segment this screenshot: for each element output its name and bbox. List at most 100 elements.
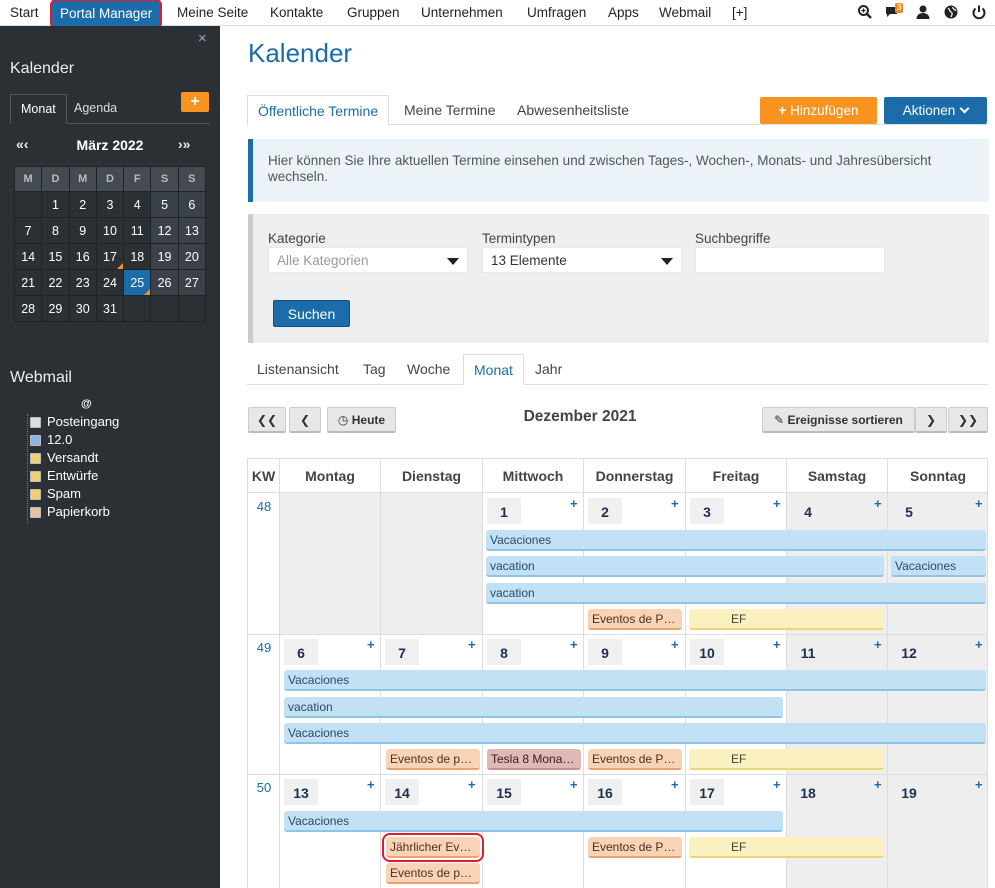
mini-day[interactable]: 25	[123, 269, 152, 296]
prev-year-button[interactable]: ❮❮	[248, 407, 286, 433]
folder-spam[interactable]: Spam	[30, 486, 81, 502]
calendar-event[interactable]: Vacaciones	[284, 723, 986, 744]
add-event-plus-icon[interactable]: +	[874, 777, 882, 792]
power-icon[interactable]	[971, 4, 987, 20]
mini-day[interactable]: 26	[150, 269, 179, 296]
day-number[interactable]: 2	[588, 498, 622, 524]
calendar-event[interactable]: Vacaciones	[284, 670, 986, 691]
mini-day[interactable]: 10	[95, 217, 125, 244]
folder-entwuerfe[interactable]: Entwürfe	[30, 468, 98, 484]
mini-day[interactable]: 12	[150, 217, 179, 244]
add-event-plus-icon[interactable]: +	[468, 637, 476, 652]
day-number[interactable]: 5	[892, 498, 926, 524]
next-month-button[interactable]: ❯	[915, 407, 947, 433]
mini-day[interactable]: 20	[177, 243, 207, 270]
day-number[interactable]: 4	[791, 498, 825, 524]
add-event-plus-icon[interactable]: +	[671, 777, 679, 792]
search-terms-input[interactable]	[695, 247, 885, 273]
nav-meine-seite[interactable]: Meine Seite	[177, 0, 248, 26]
tab-oeffentliche-termine[interactable]: Öffentliche Termine	[247, 95, 390, 126]
calendar-event[interactable]: vacation	[284, 697, 783, 718]
calendar-event[interactable]: EF	[689, 609, 884, 630]
calendar-event[interactable]: EF	[689, 749, 884, 770]
calendar-event[interactable]: vacation	[486, 556, 884, 577]
add-event-plus-icon[interactable]: +	[367, 777, 375, 792]
mini-day[interactable]: 4	[123, 191, 152, 218]
globe-icon[interactable]	[943, 4, 959, 20]
nav-umfragen[interactable]: Umfragen	[527, 0, 586, 26]
mini-day[interactable]: 8	[41, 217, 70, 244]
week-number[interactable]: 50	[248, 780, 280, 795]
nav-more[interactable]: [+]	[732, 0, 747, 26]
nav-kontakte[interactable]: Kontakte	[270, 0, 323, 26]
tab-agenda[interactable]: Agenda	[64, 94, 127, 124]
tab-tag[interactable]: Tag	[353, 354, 396, 384]
next-year-button[interactable]: ❯❯	[948, 407, 988, 433]
category-select[interactable]: Alle Kategorien	[268, 247, 468, 273]
calendar-event[interactable]: vacation	[486, 583, 986, 604]
day-number[interactable]: 15	[487, 779, 521, 805]
mini-day[interactable]: 5	[150, 191, 179, 218]
mini-day[interactable]: 31	[95, 295, 125, 322]
sort-events-button[interactable]: ✎ Ereignisse sortieren	[762, 407, 915, 433]
week-number[interactable]: 49	[248, 640, 280, 655]
day-number[interactable]: 8	[487, 639, 521, 665]
search-button[interactable]: Suchen	[273, 300, 350, 327]
actions-button[interactable]: Aktionen	[884, 97, 987, 124]
add-event-plus-icon[interactable]: +	[975, 637, 983, 652]
add-event-plus-icon[interactable]: +	[367, 637, 375, 652]
tab-meine-termine[interactable]: Meine Termine	[394, 95, 506, 125]
tab-abwesenheitsliste[interactable]: Abwesenheitsliste	[507, 95, 639, 125]
mini-day[interactable]: 15	[41, 243, 70, 270]
day-number[interactable]: 1	[487, 498, 521, 524]
mini-day[interactable]: 28	[13, 295, 43, 322]
folder-12-0[interactable]: 12.0	[30, 432, 72, 448]
mini-day[interactable]: 1	[41, 191, 70, 218]
add-event-plus-icon[interactable]: +	[570, 637, 578, 652]
tab-jahr[interactable]: Jahr	[525, 354, 572, 384]
mini-day[interactable]: 16	[68, 243, 97, 270]
nav-portal-manager[interactable]: Portal Manager	[50, 0, 163, 29]
day-number[interactable]: 18	[791, 779, 825, 805]
add-event-button[interactable]: +	[181, 92, 209, 112]
tab-listenansicht[interactable]: Listenansicht	[247, 354, 349, 384]
add-event-plus-icon[interactable]: +	[975, 777, 983, 792]
nav-webmail[interactable]: Webmail	[659, 0, 711, 26]
add-event-plus-icon[interactable]: +	[773, 777, 781, 792]
day-number[interactable]: 7	[385, 639, 419, 665]
today-button[interactable]: ◷ Heute	[327, 407, 396, 433]
calendar-event[interactable]: Eventos de P…	[588, 837, 682, 858]
types-select[interactable]: 13 Elemente	[482, 247, 682, 273]
nav-apps[interactable]: Apps	[608, 0, 639, 26]
mini-day[interactable]: 14	[13, 243, 43, 270]
mini-day[interactable]: 3	[95, 191, 125, 218]
mini-day[interactable]: 22	[41, 269, 70, 296]
calendar-event[interactable]: Vacaciones	[486, 530, 986, 551]
folder-papierkorb[interactable]: Papierkorb	[30, 504, 110, 520]
mini-day[interactable]: 19	[150, 243, 179, 270]
tab-monat[interactable]: Monat	[10, 94, 67, 124]
day-number[interactable]: 6	[284, 639, 318, 665]
mini-day[interactable]: 9	[68, 217, 97, 244]
day-number[interactable]: 16	[588, 779, 622, 805]
day-number[interactable]: 3	[690, 498, 724, 524]
add-event-plus-icon[interactable]: +	[773, 637, 781, 652]
calendar-event[interactable]: Tesla 8 Mona…	[487, 749, 581, 770]
webmail-root[interactable]: @	[81, 398, 92, 410]
add-event-plus-icon[interactable]: +	[874, 496, 882, 511]
calendar-event[interactable]: Jährlicher Ev…	[382, 833, 484, 862]
mini-day[interactable]: 11	[123, 217, 152, 244]
mini-day[interactable]: 7	[13, 217, 43, 244]
add-event-plus-icon[interactable]: +	[874, 637, 882, 652]
calendar-event[interactable]: Eventos de P…	[588, 749, 682, 770]
day-number[interactable]: 11	[791, 639, 825, 665]
week-number[interactable]: 48	[248, 499, 280, 514]
add-event-plus-icon[interactable]: +	[468, 777, 476, 792]
add-button[interactable]: + Hinzufügen	[760, 97, 877, 124]
day-number[interactable]: 12	[892, 639, 926, 665]
add-event-plus-icon[interactable]: +	[773, 496, 781, 511]
mini-day[interactable]: 29	[41, 295, 70, 322]
nav-unternehmen[interactable]: Unternehmen	[421, 0, 503, 26]
prev-month-button[interactable]: ❮	[289, 407, 321, 433]
day-number[interactable]: 13	[284, 779, 318, 805]
